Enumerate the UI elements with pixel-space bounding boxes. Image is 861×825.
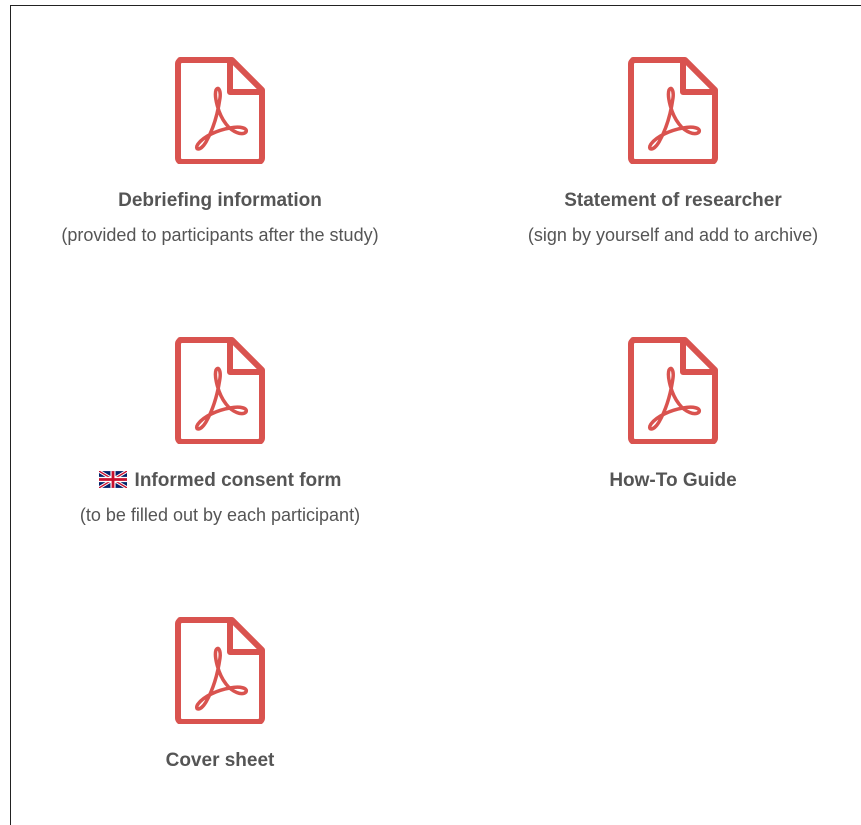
uk-flag-icon (98, 471, 127, 488)
pdf-icon (628, 57, 718, 164)
document-title: Debriefing information (118, 190, 322, 211)
pdf-icon (628, 337, 718, 444)
document-subtitle: (to be filled out by each participant) (79, 505, 361, 525)
document-title: Informed consent form (134, 470, 342, 491)
document-how-to-guide[interactable]: How-To Guide (463, 330, 861, 510)
document-title-row: Informed consent form (10, 470, 430, 492)
document-informed-consent-form[interactable]: Informed consent form (to be filled out … (10, 330, 430, 540)
document-title: Statement of researcher (564, 190, 782, 211)
document-statement-of-researcher[interactable]: Statement of researcher (sign by yoursel… (463, 50, 861, 260)
pdf-icon (175, 57, 265, 164)
document-subtitle: (provided to participants after the stud… (61, 225, 379, 245)
pdf-icon (175, 617, 265, 724)
document-title: How-To Guide (609, 470, 737, 491)
document-cover-sheet[interactable]: Cover sheet (10, 610, 430, 780)
document-title: Cover sheet (165, 750, 275, 771)
pdf-icon (175, 337, 265, 444)
document-debriefing-information[interactable]: Debriefing information (provided to part… (10, 50, 430, 260)
document-subtitle: (sign by yourself and add to archive) (527, 225, 819, 245)
